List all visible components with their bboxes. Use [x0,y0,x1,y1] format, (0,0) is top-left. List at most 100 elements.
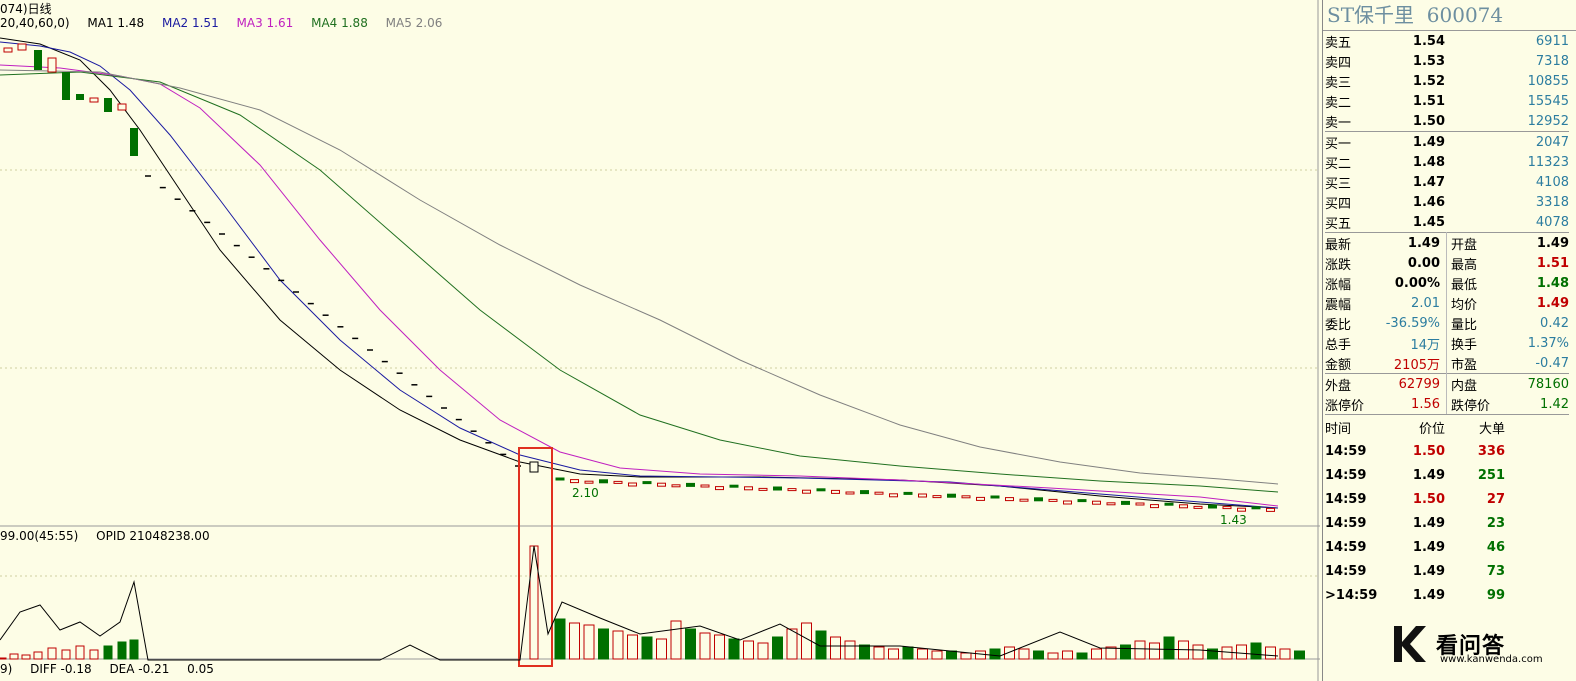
sell-row[interactable]: 卖四 1.53 7318 [1325,51,1569,71]
volume-bar [583,624,595,660]
buy-volume: 11323 [1527,154,1569,170]
candle [831,489,840,494]
buy-row[interactable]: 买一 1.49 2047 [1325,132,1569,153]
volume-bar [117,641,127,660]
ma2-label: MA2 1.51 [161,16,219,30]
candle [947,493,956,498]
opid-label: OPID 21048238.00 [96,529,210,543]
tick-row[interactable]: 14:59 1.50 336 [1325,439,1569,463]
volume-bar [757,642,769,660]
tick-row[interactable]: >14:59 1.49 99 [1325,583,1569,607]
stat-label: 涨跌 [1325,257,1352,273]
stat-value: 1.42 [1540,396,1569,412]
candle [613,480,623,484]
tick-row[interactable]: 14:59 1.49 251 [1325,463,1569,487]
buy-row[interactable]: 买二 1.48 11323 [1325,152,1569,172]
volume-bar [1105,646,1117,660]
volume-bar [61,649,71,660]
volume-bar [772,636,783,660]
sell-level-label: 卖三 [1325,75,1352,91]
stats2-table: 外盘 62799 内盘 78160 涨停价 1.56 跌停价 1.42 [1325,373,1569,414]
sell-row[interactable]: 卖一 1.50 12952 [1325,111,1569,131]
volume-bar [1192,644,1204,660]
volume-bar [743,640,754,660]
volume-label: 99.00(45:55) [0,529,79,543]
candle [1092,500,1101,505]
tick-volume: 46 [1486,539,1505,555]
tick-row[interactable]: 14:59 1.49 73 [1325,559,1569,583]
tick-time: >14:59 [1325,587,1378,603]
volume-bar [931,650,943,660]
buy-price: 1.45 [1412,214,1445,230]
tick-row[interactable]: 14:59 1.49 46 [1325,535,1569,559]
stat-label: 涨幅 [1325,277,1352,293]
candle [1179,504,1188,509]
sell-row[interactable]: 卖五 1.54 6911 [1325,31,1569,51]
tick-price: 1.49 [1412,539,1445,555]
stat-row: 总手 14万 换手 1.37% [1325,333,1569,353]
candle [976,496,985,501]
volume-bar [1149,642,1160,660]
buy-row[interactable]: 买五 1.45 4078 [1325,212,1569,232]
volume-bar [569,622,580,660]
buy-row[interactable]: 买三 1.47 4108 [1325,172,1569,192]
dea-label: DEA -0.21 [109,662,170,676]
candle [845,491,855,495]
candle [62,72,70,100]
tick-price: 1.49 [1412,467,1445,483]
volume-bar [670,620,682,660]
candle [76,94,84,100]
stat-value: 14万 [1365,333,1447,353]
candle [1106,502,1116,506]
stock-code: 600074 [1426,3,1504,27]
tick-time: 14:59 [1325,539,1367,555]
candle [1019,498,1029,502]
sell-row[interactable]: 卖二 1.51 15545 [1325,91,1569,111]
volume-bar [844,640,856,660]
candle [787,488,797,492]
buy-price: 1.48 [1412,154,1445,170]
ma1-line [0,37,1279,509]
stat-value: -36.59% [1365,313,1447,333]
ma-legend: 20,40,60,0) MA1 1.48 MA2 1.51 MA3 1.61 M… [0,16,456,32]
kline-chart-canvas[interactable] [0,0,1320,681]
volume-bar [1279,648,1291,660]
watermark-url: www.kanwenda.com [1440,654,1543,665]
candle [1150,504,1159,509]
ma2-line [0,41,1279,509]
ma3-label: MA3 1.61 [236,16,294,30]
ma4-label: MA4 1.88 [311,16,368,30]
volume-bar [75,645,85,660]
sell-price: 1.54 [1412,33,1445,49]
tick-row[interactable]: 14:59 1.49 23 [1325,511,1569,535]
volume-bar [1134,640,1146,660]
tick-row[interactable]: 14:59 1.50 27 [1325,487,1569,511]
stat-label: 最高 [1451,257,1478,273]
buy-row[interactable]: 买四 1.46 3318 [1325,192,1569,212]
kline-chart-panel[interactable]: 074)日线 20,40,60,0) MA1 1.48 MA2 1.51 MA3… [0,0,1320,681]
candle [671,484,681,488]
buy-level-label: 买三 [1325,176,1352,192]
candle [1237,507,1246,512]
sell-row[interactable]: 卖三 1.52 10855 [1325,71,1569,91]
ma1-label: MA1 1.48 [87,16,145,30]
volume-bar [656,638,667,660]
candle [686,482,695,487]
candle [34,50,42,70]
candle [961,495,971,499]
volume-bar [1163,636,1175,660]
volume-bar [830,636,841,660]
candle [1063,500,1072,505]
volume-bar [1047,652,1059,660]
candle [555,477,565,481]
tick-volume: 73 [1486,563,1505,579]
tick-price: 1.50 [1412,491,1445,507]
tick-table[interactable]: 时间 价位 大单 14:59 1.50 336 14:59 1.49 251 14:59 1.… [1325,414,1569,607]
macd-prefix: 9) [0,662,13,676]
volume-bar [873,646,885,660]
candle [874,491,884,495]
tick-volume: 23 [1486,515,1505,531]
candle [3,47,13,53]
stat-value: 1.49 [1365,232,1447,253]
volume-bar [1018,648,1030,660]
